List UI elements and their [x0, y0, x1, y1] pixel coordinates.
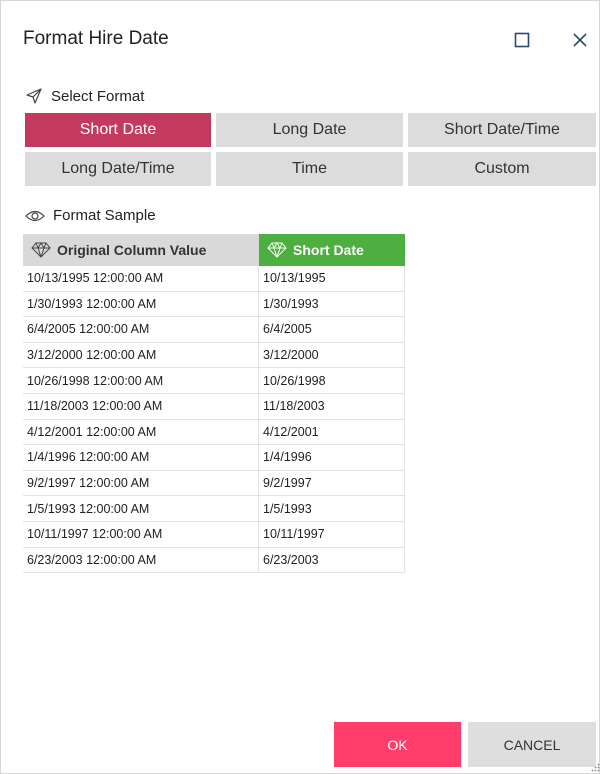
original-value-cell: 3/12/2000 12:00:00 AM — [23, 342, 259, 368]
original-value-cell: 4/12/2001 12:00:00 AM — [23, 419, 259, 445]
original-value-cell: 1/4/1996 12:00:00 AM — [23, 445, 259, 470]
format-dialog: Format Hire Date Select Format Short Dat… — [0, 0, 600, 774]
format-option-short-date[interactable]: Short Date — [25, 113, 211, 147]
format-sample-panel: Original Column Value Short Date 10/13/1… — [23, 234, 596, 710]
cancel-button[interactable]: CANCEL — [468, 722, 596, 767]
diamond-icon — [267, 242, 287, 258]
table-row: 3/12/2000 12:00:00 AM 3/12/2000 — [23, 342, 405, 369]
table-row: 4/12/2001 12:00:00 AM 4/12/2001 — [23, 419, 405, 446]
format-option-short-date-time[interactable]: Short Date/Time — [408, 113, 596, 147]
format-sample-label: Format Sample — [25, 207, 156, 224]
short-date-cell: 4/12/2001 — [259, 419, 405, 445]
short-date-cell: 6/4/2005 — [259, 317, 405, 342]
select-format-label: Select Format — [25, 87, 144, 105]
table-row: 1/5/1993 12:00:00 AM 1/5/1993 — [23, 496, 405, 522]
format-sample-text: Format Sample — [53, 207, 156, 224]
cursor-arrow-icon — [26, 88, 42, 104]
format-option-time[interactable]: Time — [216, 152, 403, 186]
short-date-cell: 6/23/2003 — [259, 547, 405, 573]
table-row: 1/4/1996 12:00:00 AM 1/4/1996 — [23, 445, 405, 471]
table-row: 6/23/2003 12:00:00 AM 6/23/2003 — [23, 547, 405, 574]
short-date-cell: 9/2/1997 — [259, 470, 405, 496]
short-date-cell: 3/12/2000 — [259, 342, 405, 368]
original-value-cell: 11/18/2003 12:00:00 AM — [23, 394, 259, 419]
close-icon — [573, 33, 587, 47]
eye-icon — [25, 210, 45, 221]
table-row: 10/11/1997 12:00:00 AM 10/11/1997 — [23, 522, 405, 548]
original-value-cell: 1/30/1993 12:00:00 AM — [23, 291, 259, 317]
format-option-custom[interactable]: Custom — [408, 152, 596, 186]
ok-button[interactable]: OK — [334, 722, 461, 767]
short-date-cell: 1/5/1993 — [259, 496, 405, 521]
short-date-cell: 10/13/1995 — [259, 266, 405, 291]
table-row: 1/30/1993 12:00:00 AM 1/30/1993 — [23, 291, 405, 318]
table-row: 11/18/2003 12:00:00 AM 11/18/2003 — [23, 394, 405, 420]
maximize-icon — [514, 32, 530, 48]
column-header-original-label: Original Column Value — [57, 242, 207, 258]
column-header-short-date-label: Short Date — [293, 242, 364, 258]
column-header-short-date[interactable]: Short Date — [259, 234, 405, 266]
short-date-cell: 1/4/1996 — [259, 445, 405, 470]
resize-grip-icon[interactable] — [591, 763, 600, 772]
table-row: 9/2/1997 12:00:00 AM 9/2/1997 — [23, 470, 405, 497]
table-row: 6/4/2005 12:00:00 AM 6/4/2005 — [23, 317, 405, 343]
short-date-cell: 10/11/1997 — [259, 522, 405, 547]
format-option-long-date-time[interactable]: Long Date/Time — [25, 152, 211, 186]
original-value-cell: 6/23/2003 12:00:00 AM — [23, 547, 259, 573]
original-value-cell: 10/26/1998 12:00:00 AM — [23, 368, 259, 393]
original-value-cell: 1/5/1993 12:00:00 AM — [23, 496, 259, 521]
original-value-cell: 6/4/2005 12:00:00 AM — [23, 317, 259, 342]
select-format-text: Select Format — [51, 87, 145, 105]
short-date-cell: 10/26/1998 — [259, 368, 405, 393]
original-value-cell: 9/2/1997 12:00:00 AM — [23, 470, 259, 496]
table-row: 10/13/1995 12:00:00 AM 10/13/1995 — [23, 266, 405, 292]
original-value-cell: 10/11/1997 12:00:00 AM — [23, 522, 259, 547]
column-header-original[interactable]: Original Column Value — [23, 234, 259, 266]
short-date-cell: 1/30/1993 — [259, 291, 405, 317]
short-date-cell: 11/18/2003 — [259, 394, 405, 419]
close-button[interactable] — [565, 25, 595, 55]
gem-icon — [31, 242, 51, 258]
original-value-cell: 10/13/1995 12:00:00 AM — [23, 266, 259, 291]
table-row: 10/26/1998 12:00:00 AM 10/26/1998 — [23, 368, 405, 394]
format-option-long-date[interactable]: Long Date — [216, 113, 403, 147]
maximize-button[interactable] — [507, 25, 537, 55]
dialog-title: Format Hire Date — [23, 28, 169, 49]
